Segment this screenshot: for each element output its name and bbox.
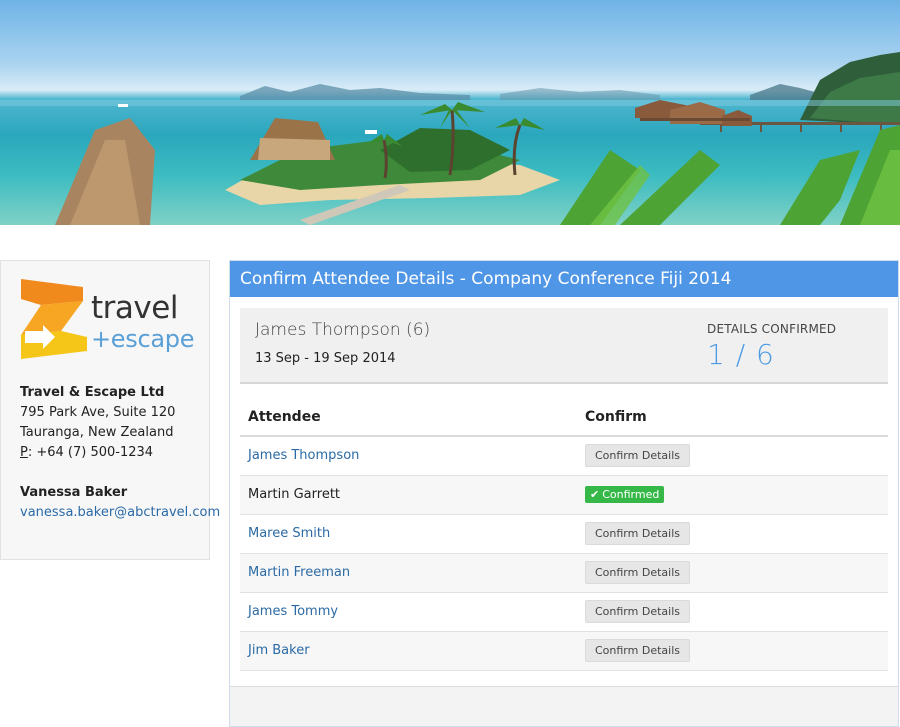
contact-person-name: Vanessa Baker	[20, 485, 128, 500]
logo-text-travel: travel	[91, 290, 178, 326]
table-row: James Tommy Confirm Details	[240, 592, 888, 632]
attendee-table: Attendee Confirm James Thompson Confirm …	[240, 398, 888, 671]
attendee-name: Martin Garrett	[248, 487, 341, 502]
company-logo: travel +escape	[21, 279, 201, 363]
panel-title: Confirm Attendee Details - Company Confe…	[230, 261, 898, 297]
confirm-details-button[interactable]: Confirm Details	[585, 561, 690, 584]
company-card: travel +escape Travel & Escape Ltd 795 P…	[0, 260, 220, 560]
panel-footer	[230, 686, 898, 726]
company-name: Travel & Escape Ltd	[20, 385, 165, 400]
confirm-attendee-panel: Confirm Attendee Details - Company Confe…	[229, 260, 899, 727]
logo-text-escape: +escape	[91, 325, 195, 353]
confirm-details-button[interactable]: Confirm Details	[585, 522, 690, 545]
table-row: James Thompson Confirm Details	[240, 436, 888, 476]
attendee-name-link[interactable]: James Thompson	[248, 448, 359, 463]
table-row: Martin Freeman Confirm Details	[240, 553, 888, 593]
confirm-details-button[interactable]: Confirm Details	[585, 444, 690, 468]
details-confirmed-label: DETAILS CONFIRMED	[707, 322, 837, 336]
attendee-name-link[interactable]: Martin Freeman	[248, 565, 350, 580]
column-header-attendee: Attendee	[240, 398, 577, 437]
contact-email-link[interactable]: vanessa.baker@abctravel.com	[20, 505, 220, 520]
booking-summary: James Thompson (6) 13 Sep - 19 Sep 2014 …	[240, 308, 888, 384]
attendee-name-link[interactable]: Maree Smith	[248, 526, 330, 541]
details-confirmed-count: 1 / 6	[707, 338, 775, 371]
address-line-1: 795 Park Ave, Suite 120	[20, 405, 176, 420]
phone-line: P: +64 (7) 500-1234	[20, 443, 220, 463]
address-line-2: Tauranga, New Zealand	[20, 425, 174, 440]
booking-dates: 13 Sep - 19 Sep 2014	[255, 351, 396, 366]
attendee-name-link[interactable]: Jim Baker	[248, 643, 310, 658]
column-header-confirm: Confirm	[577, 398, 888, 437]
confirm-details-button[interactable]: Confirm Details	[585, 600, 690, 623]
confirm-details-button[interactable]: Confirm Details	[585, 639, 690, 662]
phone-label: P	[20, 445, 28, 460]
table-row: Jim Baker Confirm Details	[240, 631, 888, 671]
confirmed-badge: ✔ Confirmed	[585, 486, 665, 503]
table-row: Martin Garrett ✔ Confirmed	[240, 475, 888, 515]
logo-z-arrow-icon	[21, 279, 87, 359]
booking-name: James Thompson (6)	[255, 320, 431, 340]
check-icon: ✔	[590, 488, 600, 501]
company-contact: Travel & Escape Ltd 795 Park Ave, Suite …	[20, 383, 220, 523]
table-row: Maree Smith Confirm Details	[240, 514, 888, 554]
confirmed-badge-label: Confirmed	[602, 488, 660, 501]
attendee-name-link[interactable]: James Tommy	[248, 604, 338, 619]
table-header-row: Attendee Confirm	[240, 398, 888, 437]
phone-number: : +64 (7) 500-1234	[27, 445, 154, 460]
header-banner-image	[0, 0, 900, 225]
